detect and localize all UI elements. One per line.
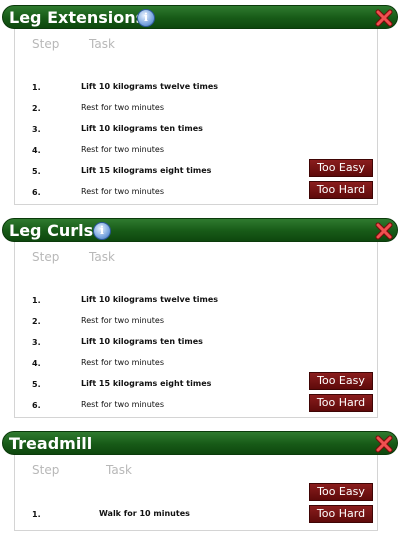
column-header-task: Task <box>106 463 132 477</box>
step-row: 1. Lift 10 kilograms twelve times <box>15 292 377 313</box>
step-task: Lift 15 kilograms eight times <box>81 166 212 175</box>
step-number: 1. <box>32 296 41 305</box>
card-body: Step Task 1. Lift 10 kilograms twelve ti… <box>14 29 378 205</box>
step-number: 3. <box>32 125 41 134</box>
card-body: Step Task 1. Lift 10 kilograms twelve ti… <box>14 242 378 418</box>
step-task: Rest for two minutes <box>81 103 165 112</box>
column-header-task: Task <box>89 37 115 51</box>
too-easy-button[interactable]: Too Easy <box>309 372 373 390</box>
step-task: Lift 10 kilograms twelve times <box>81 295 218 304</box>
too-hard-button[interactable]: Too Hard <box>309 394 373 412</box>
column-header-step: Step <box>32 250 60 264</box>
card-header: Leg Extensions i <box>2 5 398 29</box>
card-header: Treadmill <box>2 431 398 455</box>
column-header-task: Task <box>89 250 115 264</box>
step-number: 5. <box>32 380 41 389</box>
too-easy-button[interactable]: Too Easy <box>309 159 373 177</box>
column-header-step: Step <box>32 37 60 51</box>
close-icon[interactable] <box>375 435 393 453</box>
step-task: Lift 10 kilograms ten times <box>81 124 203 133</box>
step-number: 2. <box>32 317 41 326</box>
step-number: 4. <box>32 359 41 368</box>
info-icon[interactable]: i <box>137 9 155 27</box>
close-icon[interactable] <box>375 9 393 27</box>
step-number: 6. <box>32 401 41 410</box>
step-task: Lift 15 kilograms eight times <box>81 379 212 388</box>
step-task: Rest for two minutes <box>81 187 165 196</box>
close-icon[interactable] <box>375 222 393 240</box>
step-row: 1. Lift 10 kilograms twelve times <box>15 79 377 100</box>
column-header-step: Step <box>32 463 60 477</box>
card-body: Step Task 1. Walk for 10 minutes Too Eas… <box>14 455 378 531</box>
step-number: 4. <box>32 146 41 155</box>
step-number: 6. <box>32 188 41 197</box>
card-title: Leg Extensions <box>9 8 146 27</box>
step-number: 1. <box>32 83 41 92</box>
too-easy-button[interactable]: Too Easy <box>309 483 373 501</box>
step-task: Rest for two minutes <box>81 145 165 154</box>
step-task: Lift 10 kilograms ten times <box>81 337 203 346</box>
card-title: Treadmill <box>9 434 93 453</box>
step-number: 5. <box>32 167 41 176</box>
step-task: Lift 10 kilograms twelve times <box>81 82 218 91</box>
step-row: 3. Lift 10 kilograms ten times <box>15 121 377 142</box>
step-number: 1. <box>32 510 41 519</box>
step-row: 2. Rest for two minutes <box>15 100 377 121</box>
step-number: 2. <box>32 104 41 113</box>
step-task: Rest for two minutes <box>81 358 165 367</box>
step-number: 3. <box>32 338 41 347</box>
too-hard-button[interactable]: Too Hard <box>309 181 373 199</box>
info-icon[interactable]: i <box>93 222 111 240</box>
step-task: Rest for two minutes <box>81 400 165 409</box>
step-row: 3. Lift 10 kilograms ten times <box>15 334 377 355</box>
step-row: 2. Rest for two minutes <box>15 313 377 334</box>
step-task: Rest for two minutes <box>81 316 165 325</box>
card-title: Leg Curls <box>9 221 94 240</box>
too-hard-button[interactable]: Too Hard <box>309 505 373 523</box>
step-task: Walk for 10 minutes <box>99 509 190 518</box>
card-header: Leg Curls i <box>2 218 398 242</box>
